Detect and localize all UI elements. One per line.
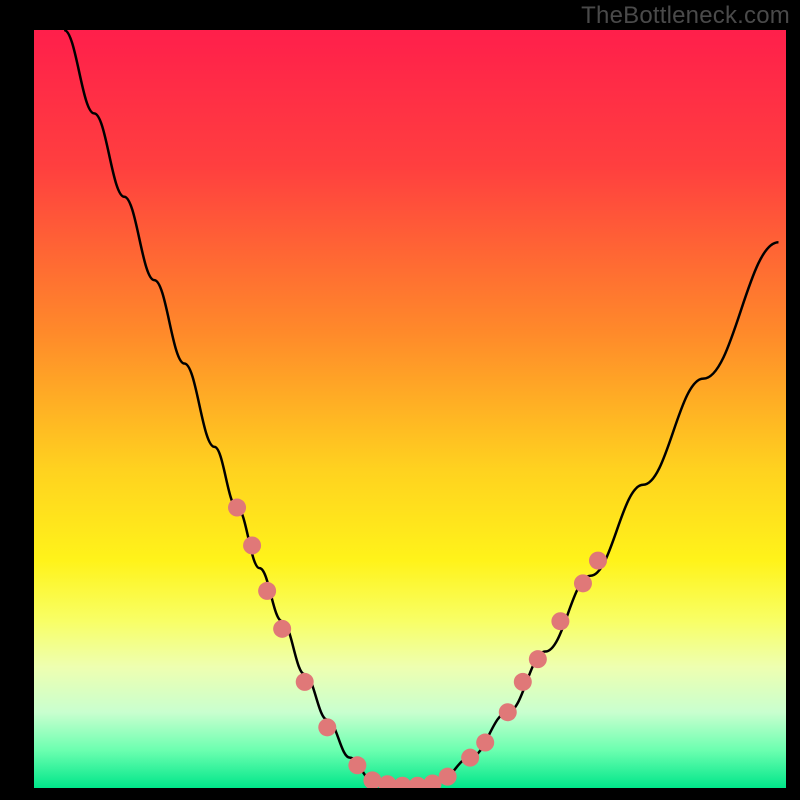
highlight-dot bbox=[348, 756, 366, 774]
highlight-dot bbox=[273, 620, 291, 638]
highlight-dot bbox=[529, 650, 547, 668]
curve-layer bbox=[34, 30, 786, 788]
highlight-dot bbox=[228, 499, 246, 517]
bottleneck-curve bbox=[64, 30, 778, 788]
highlight-dot bbox=[296, 673, 314, 691]
highlight-dot bbox=[589, 552, 607, 570]
highlight-dot bbox=[476, 734, 494, 752]
highlight-dot bbox=[439, 768, 457, 786]
highlight-dot bbox=[551, 612, 569, 630]
highlight-dot bbox=[258, 582, 276, 600]
watermark-text: TheBottleneck.com bbox=[581, 2, 790, 30]
highlight-dot bbox=[318, 718, 336, 736]
highlight-dot bbox=[514, 673, 532, 691]
plot-area bbox=[34, 30, 786, 788]
highlight-dot bbox=[574, 574, 592, 592]
chart-frame: TheBottleneck.com bbox=[0, 0, 800, 800]
highlight-dot bbox=[243, 536, 261, 554]
highlight-dot bbox=[499, 703, 517, 721]
highlight-dot bbox=[461, 749, 479, 767]
